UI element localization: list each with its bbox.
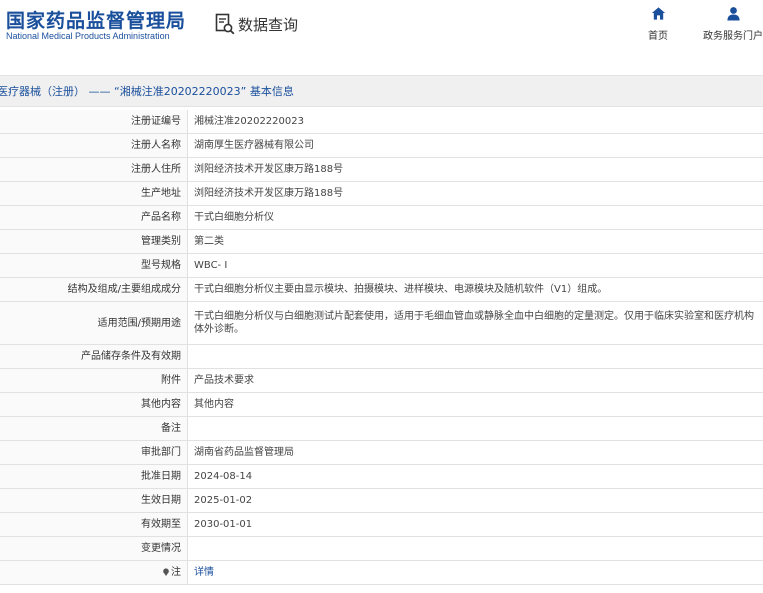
table-row: 适用范围/预期用途 干式白细胞分析仪与白细胞测试片配套使用，适用于毛细血管血或静…: [0, 301, 763, 345]
field-label: 批准日期: [0, 464, 188, 489]
field-value: 湖南省药品监督管理局: [187, 440, 763, 465]
field-label: 审批部门: [0, 440, 188, 465]
note-label: 注: [171, 567, 181, 578]
field-value: 浏阳经济技术开发区康万路188号: [187, 181, 763, 206]
data-query-link[interactable]: 数据查询: [215, 12, 298, 36]
table-row: 管理类别 第二类: [0, 229, 763, 254]
table-row: 生效日期 2025-01-02: [0, 488, 763, 513]
table-row: 产品名称 干式白细胞分析仪: [0, 205, 763, 230]
field-label: 注册人名称: [0, 133, 188, 158]
field-value: 湖南厚生医疗器械有限公司: [187, 133, 763, 158]
table-row: 附件 产品技术要求: [0, 368, 763, 393]
field-value: 第二类: [187, 229, 763, 254]
field-label-note: 注: [0, 560, 188, 585]
nav-service-portal[interactable]: 政务服务门户: [703, 6, 763, 42]
site-header: 国家药品监督管理局 National Medical Products Admi…: [0, 0, 763, 56]
data-query-label: 数据查询: [238, 15, 299, 34]
table-row: 审批部门 湖南省药品监督管理局: [0, 440, 763, 465]
table-row: 变更情况: [0, 536, 763, 561]
home-icon: [651, 7, 665, 20]
record-title: 医疗器械（注册） —— “湘械注准20202220023” 基本信息: [0, 85, 294, 98]
pin-icon: [163, 568, 169, 576]
table-row: 注册人名称 湖南厚生医疗器械有限公司: [0, 133, 763, 158]
table-row: 注册证编号 湘械注准20202220023: [0, 110, 763, 134]
field-label: 生产地址: [0, 181, 188, 206]
field-label: 产品名称: [0, 205, 188, 230]
field-value: 浏阳经济技术开发区康万路188号: [187, 157, 763, 182]
field-value: 其他内容: [187, 392, 763, 417]
field-label: 注册人住所: [0, 157, 188, 182]
field-label: 生效日期: [0, 488, 188, 513]
field-label: 备注: [0, 416, 188, 441]
field-value: 2030-01-01: [187, 512, 763, 537]
field-label: 型号规格: [0, 253, 188, 278]
field-value: 2025-01-02: [187, 488, 763, 513]
table-row: 型号规格 WBC- I: [0, 253, 763, 278]
details-link[interactable]: 详情: [194, 567, 214, 578]
field-value: 详情: [187, 560, 763, 585]
table-row: 生产地址 浏阳经济技术开发区康万路188号: [0, 181, 763, 206]
field-value: 湘械注准20202220023: [187, 110, 763, 134]
field-value: [187, 536, 763, 561]
field-label: 管理类别: [0, 229, 188, 254]
nav-home[interactable]: 首页: [648, 6, 668, 42]
field-value: 干式白细胞分析仪: [187, 205, 763, 230]
table-row: 注 详情: [0, 560, 763, 585]
field-value: 产品技术要求: [187, 368, 763, 393]
field-label: 产品储存条件及有效期: [0, 344, 188, 369]
registration-info-table: 注册证编号 湘械注准20202220023 注册人名称 湖南厚生医疗器械有限公司…: [0, 110, 763, 585]
field-value: 干式白细胞分析仪与白细胞测试片配套使用，适用于毛细血管血或静脉全血中白细胞的定量…: [187, 301, 763, 345]
field-value: WBC- I: [187, 253, 763, 278]
logo-title-cn[interactable]: 国家药品监督管理局: [6, 6, 186, 33]
table-row: 其他内容 其他内容: [0, 392, 763, 417]
user-icon: [726, 7, 740, 21]
table-row: 批准日期 2024-08-14: [0, 464, 763, 489]
nav-home-label: 首页: [648, 31, 668, 42]
field-label: 变更情况: [0, 536, 188, 561]
field-value: 2024-08-14: [187, 464, 763, 489]
field-label: 其他内容: [0, 392, 188, 417]
nav-service-portal-label: 政务服务门户: [703, 31, 763, 42]
document-search-icon: [215, 13, 235, 35]
field-label: 结构及组成/主要组成成分: [0, 277, 188, 302]
field-label: 注册证编号: [0, 110, 188, 134]
record-title-bar: 医疗器械（注册） —— “湘械注准20202220023” 基本信息: [0, 75, 763, 107]
table-row: 有效期至 2030-01-01: [0, 512, 763, 537]
field-label: 附件: [0, 368, 188, 393]
field-value: 干式白细胞分析仪主要由显示模块、拍摄模块、进样模块、电源模块及随机软件（V1）组…: [187, 277, 763, 302]
table-row: 注册人住所 浏阳经济技术开发区康万路188号: [0, 157, 763, 182]
field-value: [187, 416, 763, 441]
table-row: 结构及组成/主要组成成分 干式白细胞分析仪主要由显示模块、拍摄模块、进样模块、电…: [0, 277, 763, 302]
field-label: 有效期至: [0, 512, 188, 537]
logo-title-en[interactable]: National Medical Products Administration: [6, 31, 170, 41]
field-label: 适用范围/预期用途: [0, 301, 188, 345]
table-row: 产品储存条件及有效期: [0, 344, 763, 369]
table-row: 备注: [0, 416, 763, 441]
field-value: [187, 344, 763, 369]
